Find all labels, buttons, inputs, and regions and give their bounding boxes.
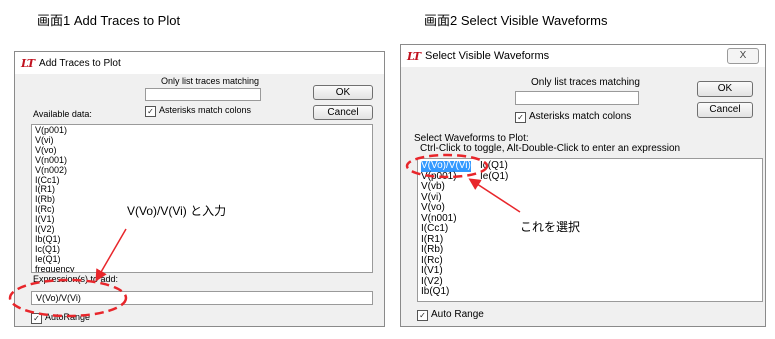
list-item[interactable]: Ie(Q1) — [480, 171, 508, 183]
waveform-list-col1: V(Vo)/V(Vi) V(p001) V(vb) V(vi) V(vo) V(n001)… — [421, 160, 471, 298]
caption-left: 画面1 Add Traces to Plot — [37, 13, 181, 28]
dialog2-filter-label: Only list traces matching — [531, 77, 640, 88]
list-item[interactable]: Ic(Q1) — [35, 244, 372, 255]
select-annotation: これを選択 — [520, 220, 581, 234]
list-item[interactable]: I(Cc1) — [35, 175, 372, 186]
available-data-label: Available data: — [33, 109, 92, 119]
dialog1-asterisks-check-icon: ✓ — [145, 106, 156, 117]
list-item[interactable]: V(n001) — [35, 155, 372, 166]
list-item[interactable]: V(vb) — [421, 181, 471, 193]
dialog2-title: Select Visible Waveforms — [425, 50, 550, 62]
list-item[interactable]: V(Vo)/V(Vi) — [421, 160, 471, 172]
dialog1-autorange-checkbox[interactable]: ✓ AutoRange — [31, 312, 90, 324]
dialog1-cancel-button[interactable]: Cancel — [313, 105, 373, 120]
dialog1-autorange-check-icon: ✓ — [31, 313, 42, 324]
waveform-list-col2: Ic(Q1) Ie(Q1) — [480, 160, 508, 183]
list-item[interactable]: I(V1) — [421, 265, 471, 277]
expression-input[interactable]: V(Vo)/V(Vi) — [31, 291, 373, 305]
dialog2-autorange-checkbox[interactable]: ✓ Auto Range — [417, 309, 484, 321]
list-item[interactable]: Ib(Q1) — [421, 286, 471, 298]
dialog1-asterisks-label: Asterisks match colons — [159, 105, 252, 115]
list-item[interactable]: frequency — [35, 264, 372, 272]
list-item[interactable]: V(n002) — [35, 165, 372, 176]
dialog2-asterisks-label: Asterisks match colons — [529, 111, 632, 122]
dialog2-filter-input[interactable] — [515, 91, 639, 105]
list-item[interactable]: V(vi) — [35, 135, 372, 146]
list-item[interactable]: I(R1) — [35, 185, 372, 195]
expression-value: V(Vo)/V(Vi) — [36, 293, 81, 303]
list-item[interactable]: I(Rb) — [421, 244, 471, 256]
dialog1-title: Add Traces to Plot — [39, 57, 121, 69]
list-item[interactable]: I(V2) — [35, 224, 372, 235]
list-item[interactable]: V(p001) — [35, 125, 372, 136]
select-hint: Ctrl-Click to toggle, Alt-Double-Click t… — [420, 143, 681, 154]
dialog1-filter-label: Only list traces matching — [161, 76, 260, 86]
select-waveforms-dialog: LT Select Visible Waveforms X Only list … — [400, 44, 766, 327]
dialog2-autorange-check-icon: ✓ — [417, 310, 428, 321]
dialog1-ok-button[interactable]: OK — [313, 85, 373, 100]
list-item[interactable]: Ib(Q1) — [35, 234, 372, 245]
dialog2-titlebar: LT Select Visible Waveforms X — [401, 45, 765, 67]
list-item[interactable]: Ie(Q1) — [35, 254, 372, 265]
dialog1-autorange-label: AutoRange — [45, 312, 91, 322]
dialog1-titlebar: LT Add Traces to Plot — [15, 52, 384, 74]
dialog2-autorange-label: Auto Range — [431, 309, 484, 320]
add-traces-dialog: LT Add Traces to Plot Only list traces m… — [14, 51, 385, 327]
available-data-list[interactable]: V(p001) V(vi) V(vo) V(n001) V(n002) I(Cc1) I(R… — [31, 124, 373, 273]
ltspice-icon: LT — [407, 49, 421, 63]
list-item[interactable]: V(vo) — [35, 145, 372, 156]
dialog2-asterisks-check-icon: ✓ — [515, 112, 526, 123]
list-item[interactable]: I(Cc1) — [421, 223, 471, 235]
dialog2-ok-button[interactable]: OK — [697, 81, 753, 97]
waveform-list[interactable]: V(Vo)/V(Vi) V(p001) V(vb) V(vi) V(vo) V(n001)… — [417, 158, 763, 302]
close-icon[interactable]: X — [727, 48, 759, 64]
list-item[interactable]: V(vo) — [421, 202, 471, 214]
dialog2-cancel-button[interactable]: Cancel — [697, 102, 753, 118]
dialog2-asterisks-checkbox[interactable]: ✓ Asterisks match colons — [515, 111, 631, 123]
caption-right: 画面2 Select Visible Waveforms — [424, 13, 608, 28]
input-annotation: V(Vo)/V(Vi) と入力 — [127, 204, 227, 218]
expression-label: Expression(s) to add: — [33, 274, 119, 284]
dialog1-filter-input[interactable] — [145, 88, 261, 101]
ltspice-icon: LT — [21, 56, 35, 70]
list-item[interactable]: Ic(Q1) — [480, 160, 508, 172]
dialog1-asterisks-checkbox[interactable]: ✓ Asterisks match colons — [145, 105, 251, 117]
